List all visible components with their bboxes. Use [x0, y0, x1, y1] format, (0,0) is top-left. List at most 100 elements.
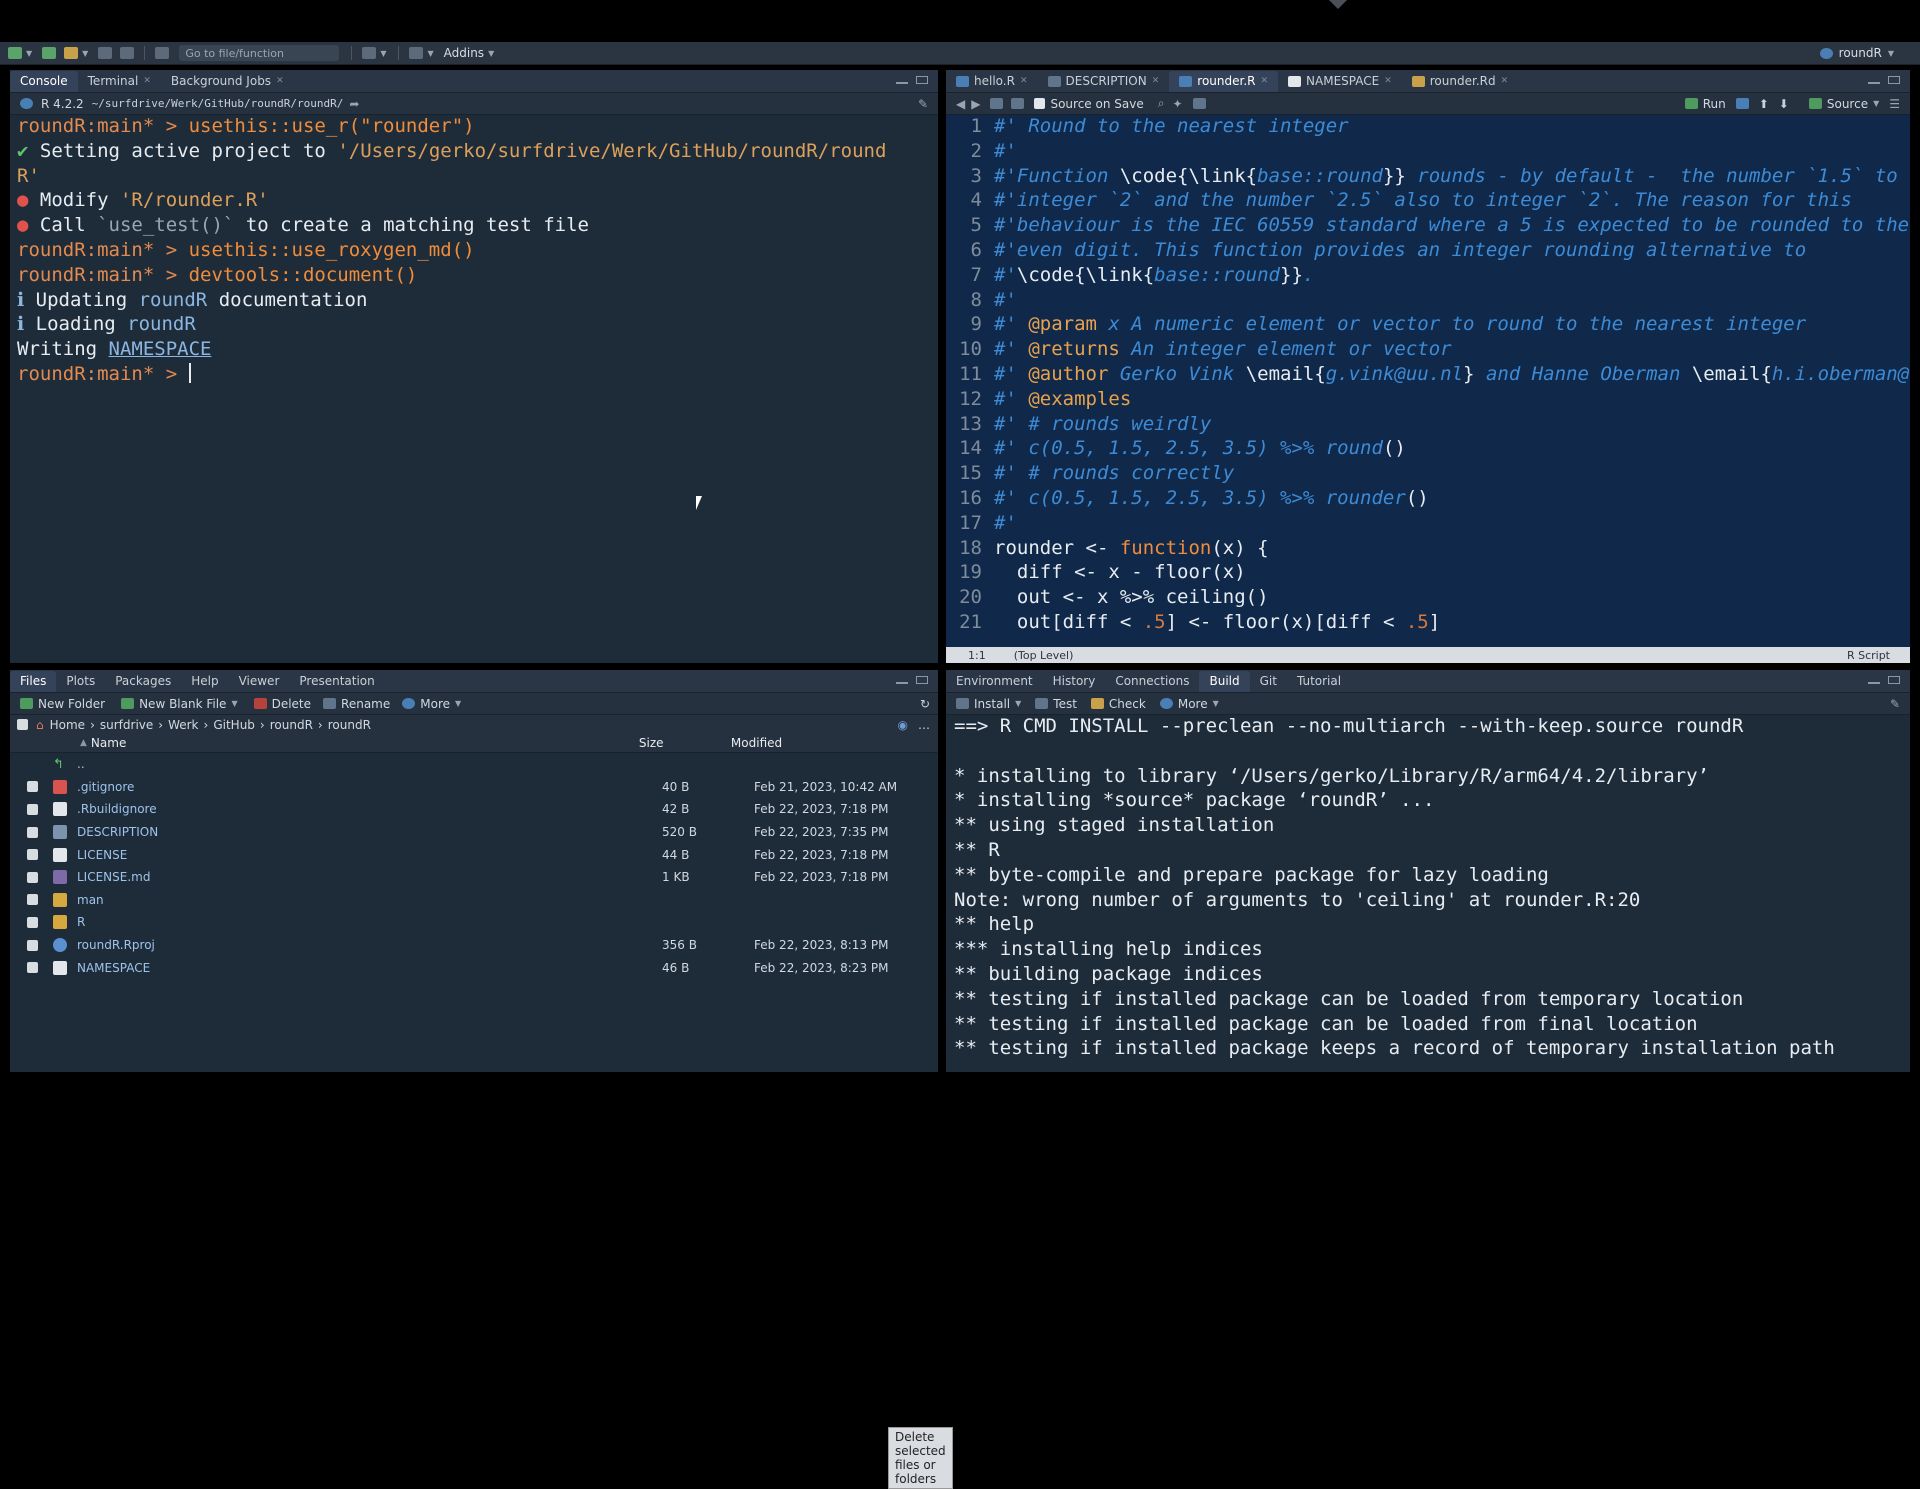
tab-namespace[interactable]: NAMESPACE ✕	[1278, 71, 1402, 92]
minimize-icon[interactable]	[896, 81, 908, 84]
tab-connections[interactable]: Connections	[1105, 671, 1199, 692]
clear-console-icon[interactable]: ✎	[918, 97, 928, 111]
close-icon[interactable]: ✕	[143, 76, 151, 86]
tab-plots[interactable]: Plots	[56, 671, 105, 692]
source-on-save-toggle[interactable]: Source on Save	[1034, 97, 1144, 111]
maximize-icon[interactable]	[916, 76, 928, 84]
file-checkbox[interactable]	[27, 826, 38, 838]
save-icon[interactable]	[98, 47, 113, 59]
file-row[interactable]: R	[10, 911, 938, 934]
tab-hello-r[interactable]: hello.R ✕	[946, 71, 1038, 92]
tab-viewer[interactable]: Viewer	[229, 671, 290, 692]
test-button[interactable]: Test	[1035, 697, 1077, 711]
save-icon[interactable]	[1011, 98, 1025, 109]
up-arrow-icon[interactable]: ⬆	[1759, 97, 1769, 111]
more-button[interactable]: More ▼	[1159, 697, 1219, 711]
check-button[interactable]: Check	[1090, 697, 1146, 711]
file-name[interactable]: man	[77, 893, 662, 907]
breadcrumb-roundr[interactable]: roundR	[270, 718, 313, 732]
file-name[interactable]: .Rbuildignore	[77, 802, 662, 816]
print-icon[interactable]	[155, 47, 170, 59]
maximize-icon[interactable]	[1888, 676, 1900, 684]
vcs-icon[interactable]	[362, 47, 377, 59]
parent-directory-row[interactable]: ↰..	[10, 753, 938, 776]
file-checkbox[interactable]	[27, 781, 38, 793]
new-file-icon[interactable]	[8, 47, 22, 59]
chevron-down-icon[interactable]: ▼	[26, 49, 32, 58]
project-icon[interactable]: ◉	[898, 718, 908, 732]
tab-files[interactable]: Files	[10, 671, 57, 692]
checkbox[interactable]	[1034, 98, 1046, 109]
namespace-link[interactable]: NAMESPACE	[109, 338, 212, 360]
file-type-selector[interactable]: R Script	[1847, 649, 1890, 662]
file-checkbox[interactable]	[27, 849, 38, 861]
new-blank-file-button[interactable]: New Blank File ▼	[121, 697, 238, 711]
new-folder-button[interactable]: New Folder	[20, 697, 105, 711]
more-button[interactable]: More ▼	[402, 697, 461, 711]
select-all-checkbox[interactable]	[17, 719, 28, 730]
search-icon[interactable]: ⌕	[1158, 96, 1165, 111]
close-icon[interactable]: ✕	[276, 76, 284, 86]
run-button[interactable]: Run	[1684, 97, 1726, 111]
file-name[interactable]: R	[77, 915, 662, 929]
scope-selector[interactable]: (Top Level)	[1014, 649, 1074, 662]
refresh-icon[interactable]: ↻	[920, 697, 930, 711]
tab-environment[interactable]: Environment	[946, 671, 1043, 692]
tab-help[interactable]: Help	[181, 671, 228, 692]
install-button[interactable]: Install ▼	[956, 697, 1021, 711]
close-icon[interactable]: ✕	[1261, 76, 1269, 86]
tab-terminal[interactable]: Terminal ✕	[78, 71, 161, 92]
go-to-file-input[interactable]: Go to file/function	[179, 45, 340, 61]
delete-button[interactable]: Delete	[253, 697, 311, 711]
file-row[interactable]: man	[10, 889, 938, 912]
file-row[interactable]: NAMESPACE 46 B Feb 22, 2023, 8:23 PM	[10, 956, 938, 979]
show-in-window-icon[interactable]	[990, 98, 1004, 109]
compile-report-icon[interactable]	[1192, 98, 1206, 109]
file-checkbox[interactable]	[27, 894, 38, 906]
tab-rounder-rd[interactable]: rounder.Rd ✕	[1402, 71, 1518, 92]
clear-icon[interactable]: ✎	[1890, 697, 1900, 711]
tab-build[interactable]: Build	[1199, 671, 1250, 692]
code-editor[interactable]: 1 #' Round to the nearest integer 2 #' 3 #'…	[946, 114, 1910, 647]
console-output[interactable]: roundR:main* > usethis::use_r("rounder")…	[17, 114, 928, 387]
chevron-down-icon[interactable]: ▼	[380, 49, 386, 58]
new-project-icon[interactable]	[42, 47, 57, 59]
file-row[interactable]: LICENSE 44 B Feb 22, 2023, 7:18 PM	[10, 843, 938, 866]
tab-rounder-r[interactable]: rounder.R ✕	[1169, 71, 1279, 92]
tab-console[interactable]: Console	[10, 71, 78, 92]
file-checkbox[interactable]	[27, 916, 38, 928]
close-icon[interactable]: ✕	[1152, 76, 1160, 86]
tab-history[interactable]: History	[1043, 671, 1106, 692]
breadcrumb-roundr-current[interactable]: roundR	[328, 718, 371, 732]
tab-presentation[interactable]: Presentation	[289, 671, 384, 692]
file-checkbox[interactable]	[27, 803, 38, 815]
tab-packages[interactable]: Packages	[105, 671, 181, 692]
file-row[interactable]: .gitignore 40 B Feb 21, 2023, 10:42 AM	[10, 776, 938, 799]
tab-description[interactable]: DESCRIPTION ✕	[1038, 71, 1170, 92]
close-icon[interactable]: ✕	[1384, 76, 1392, 86]
column-size[interactable]: Size	[639, 736, 731, 750]
file-name[interactable]: ..	[77, 757, 662, 771]
outline-icon[interactable]: ☰	[1889, 97, 1900, 111]
chevron-down-icon[interactable]: ▼	[427, 49, 433, 58]
minimize-icon[interactable]	[896, 681, 908, 684]
file-row[interactable]: .Rbuildignore 42 B Feb 22, 2023, 7:18 PM	[10, 798, 938, 821]
forward-arrow-icon[interactable]: ▶	[971, 97, 980, 111]
file-checkbox[interactable]	[27, 962, 38, 974]
maximize-icon[interactable]	[916, 676, 928, 684]
down-arrow-icon[interactable]: ⬇	[1779, 97, 1789, 111]
file-name[interactable]: .gitignore	[77, 780, 662, 794]
wand-icon[interactable]: ✦	[1172, 97, 1182, 111]
close-icon[interactable]: ✕	[1501, 76, 1509, 86]
build-output[interactable]: ==> R CMD INSTALL --preclean --no-multia…	[954, 714, 1905, 1072]
chevron-down-icon[interactable]: ▼	[82, 49, 88, 58]
file-row[interactable]: roundR.Rproj 356 B Feb 22, 2023, 8:13 PM	[10, 934, 938, 957]
breadcrumb-werk[interactable]: Werk	[168, 718, 198, 732]
rerun-icon[interactable]	[1735, 98, 1749, 109]
column-modified[interactable]: Modified	[731, 736, 782, 750]
column-name[interactable]: Name	[91, 736, 639, 750]
file-name[interactable]: LICENSE	[77, 848, 662, 862]
file-row[interactable]: DESCRIPTION 520 B Feb 22, 2023, 7:35 PM	[10, 821, 938, 844]
minimize-icon[interactable]	[1868, 681, 1880, 684]
chevron-down-icon[interactable]: ▼	[488, 49, 494, 58]
